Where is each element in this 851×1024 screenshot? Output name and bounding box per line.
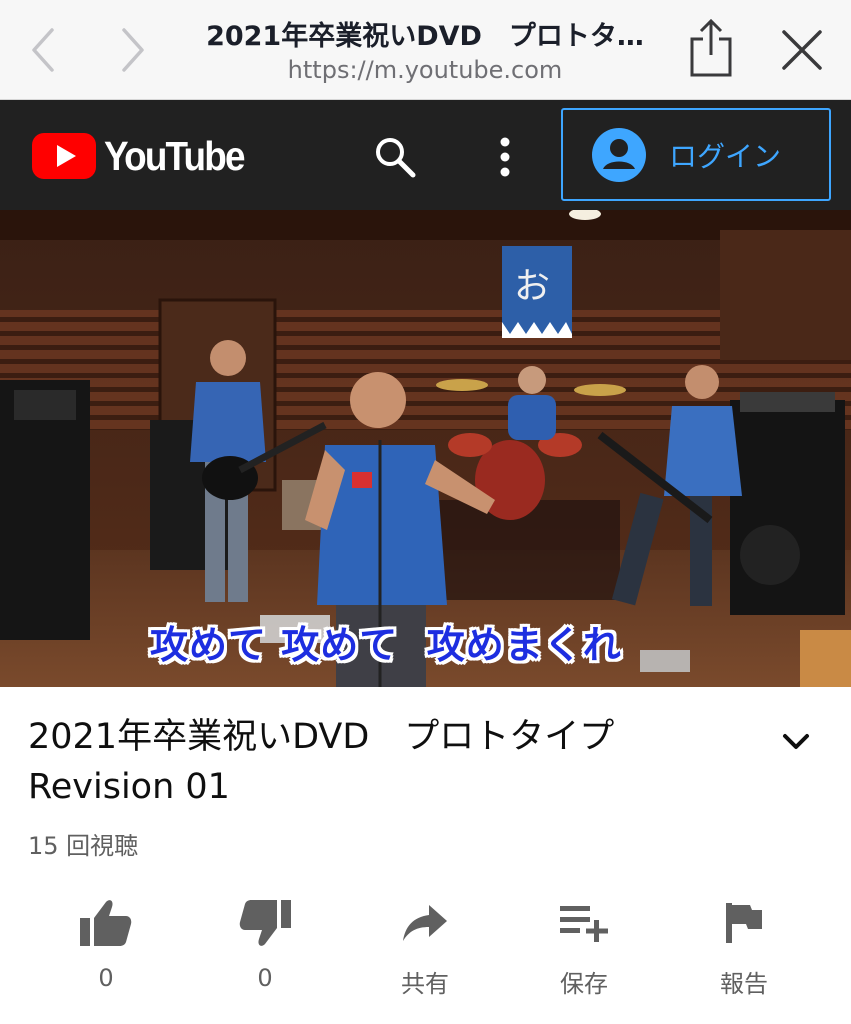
flag-icon xyxy=(726,903,762,943)
video-title-line-1: 2021年卒業祝いDVD プロトタイプ xyxy=(28,717,615,757)
forward-button[interactable] xyxy=(108,22,158,78)
share-arrow-icon xyxy=(403,905,447,941)
video-player[interactable]: お 攻めて 攻めて 攻めまくれ xyxy=(0,210,851,687)
close-icon xyxy=(782,30,822,70)
thumbs-up-icon xyxy=(80,900,132,946)
browser-toolbar: 2021年卒業祝いDVD プロトタ… https://m.youtube.com xyxy=(0,0,851,100)
share-label: 共有 xyxy=(401,970,449,998)
video-title: 2021年卒業祝いDVD プロトタイプ Revision 01 xyxy=(28,712,748,812)
chevron-left-icon xyxy=(32,28,54,72)
account-circle-icon xyxy=(592,127,646,182)
lyric-caption: 攻めて 攻めて 攻めまくれ xyxy=(150,623,622,667)
browser-page-title: 2021年卒業祝いDVD プロトタ… xyxy=(206,21,644,52)
banner-text: お xyxy=(514,266,550,307)
view-count: 15 回視聴 xyxy=(28,832,139,860)
dislike-button[interactable]: 0 xyxy=(205,892,325,1002)
thumbs-down-icon xyxy=(239,900,291,946)
youtube-header: YouTube ログイン xyxy=(0,100,851,210)
more-options-button[interactable] xyxy=(480,130,530,184)
share-button[interactable]: 共有 xyxy=(365,892,485,1002)
chevron-down-icon xyxy=(783,734,809,749)
more-vert-icon xyxy=(500,137,510,177)
search-icon xyxy=(376,138,416,178)
playlist-add-icon xyxy=(560,906,608,942)
login-label: ログイン xyxy=(669,139,782,173)
save-button[interactable]: 保存 xyxy=(524,892,644,1002)
youtube-logo[interactable]: YouTube xyxy=(32,132,259,180)
search-button[interactable] xyxy=(368,130,422,184)
login-button[interactable]: ログイン xyxy=(561,108,831,201)
report-button[interactable]: 報告 xyxy=(684,892,804,1002)
report-label: 報告 xyxy=(720,970,768,998)
youtube-logo-text: YouTube xyxy=(104,132,246,179)
expand-description-button[interactable] xyxy=(774,722,818,762)
like-button[interactable]: 0 xyxy=(46,892,166,1002)
close-button[interactable] xyxy=(774,22,830,78)
browser-url[interactable]: https://m.youtube.com xyxy=(165,56,685,84)
like-count: 0 xyxy=(98,964,114,992)
save-label: 保存 xyxy=(560,970,608,998)
youtube-play-logo-icon xyxy=(32,133,96,179)
back-button[interactable] xyxy=(18,22,68,78)
chevron-right-icon xyxy=(122,28,144,72)
dislike-count: 0 xyxy=(257,964,273,992)
action-bar: 0 0 共有 保存 報告 xyxy=(0,892,851,1002)
share-sheet-button[interactable] xyxy=(683,14,739,82)
video-title-line-2: Revision 01 xyxy=(28,767,230,807)
share-upload-icon xyxy=(690,18,732,77)
